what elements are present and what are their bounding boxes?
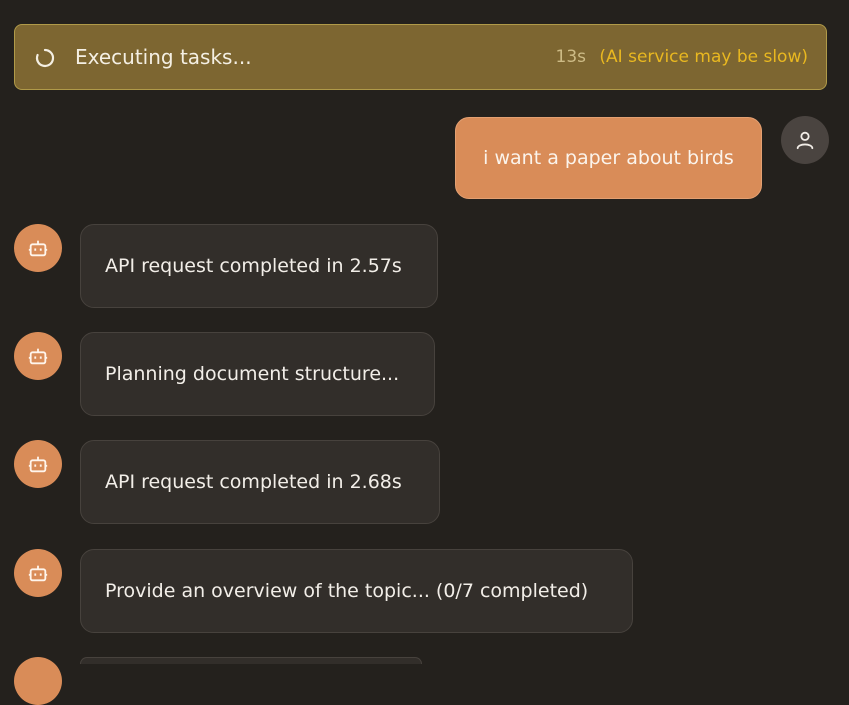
user-message: i want a paper about birds	[455, 117, 762, 199]
bot-message: Provide an overview of the topic... (0/7…	[80, 549, 633, 633]
bot-message-partial	[80, 657, 422, 664]
bot-avatar	[14, 549, 62, 597]
bot-message: API request completed in 2.68s	[80, 440, 440, 524]
bot-message: API request completed in 2.57s	[80, 224, 438, 308]
user-avatar	[781, 116, 829, 164]
bot-message: Planning document structure...	[80, 332, 435, 416]
bot-message-text: API request completed in 2.57s	[105, 255, 402, 277]
loading-spinner-icon	[35, 48, 55, 68]
bot-message-text: API request completed in 2.68s	[105, 471, 402, 493]
status-text: Executing tasks...	[75, 45, 252, 69]
bot-avatar	[14, 657, 62, 705]
user-message-text: i want a paper about birds	[483, 147, 734, 169]
bot-avatar	[14, 224, 62, 272]
bot-avatar	[14, 332, 62, 380]
slow-service-note: (AI service may be slow)	[599, 47, 808, 67]
bot-icon	[28, 456, 48, 473]
bot-avatar	[14, 440, 62, 488]
bot-icon	[28, 240, 48, 257]
user-icon	[796, 131, 814, 150]
elapsed-time: 13s	[555, 47, 587, 67]
bot-message-text: Planning document structure...	[105, 363, 400, 385]
status-banner: Executing tasks... 13s (AI service may b…	[14, 24, 827, 90]
bot-icon	[28, 348, 48, 365]
bot-icon	[28, 565, 48, 582]
bot-message-text: Provide an overview of the topic... (0/7…	[105, 580, 589, 602]
